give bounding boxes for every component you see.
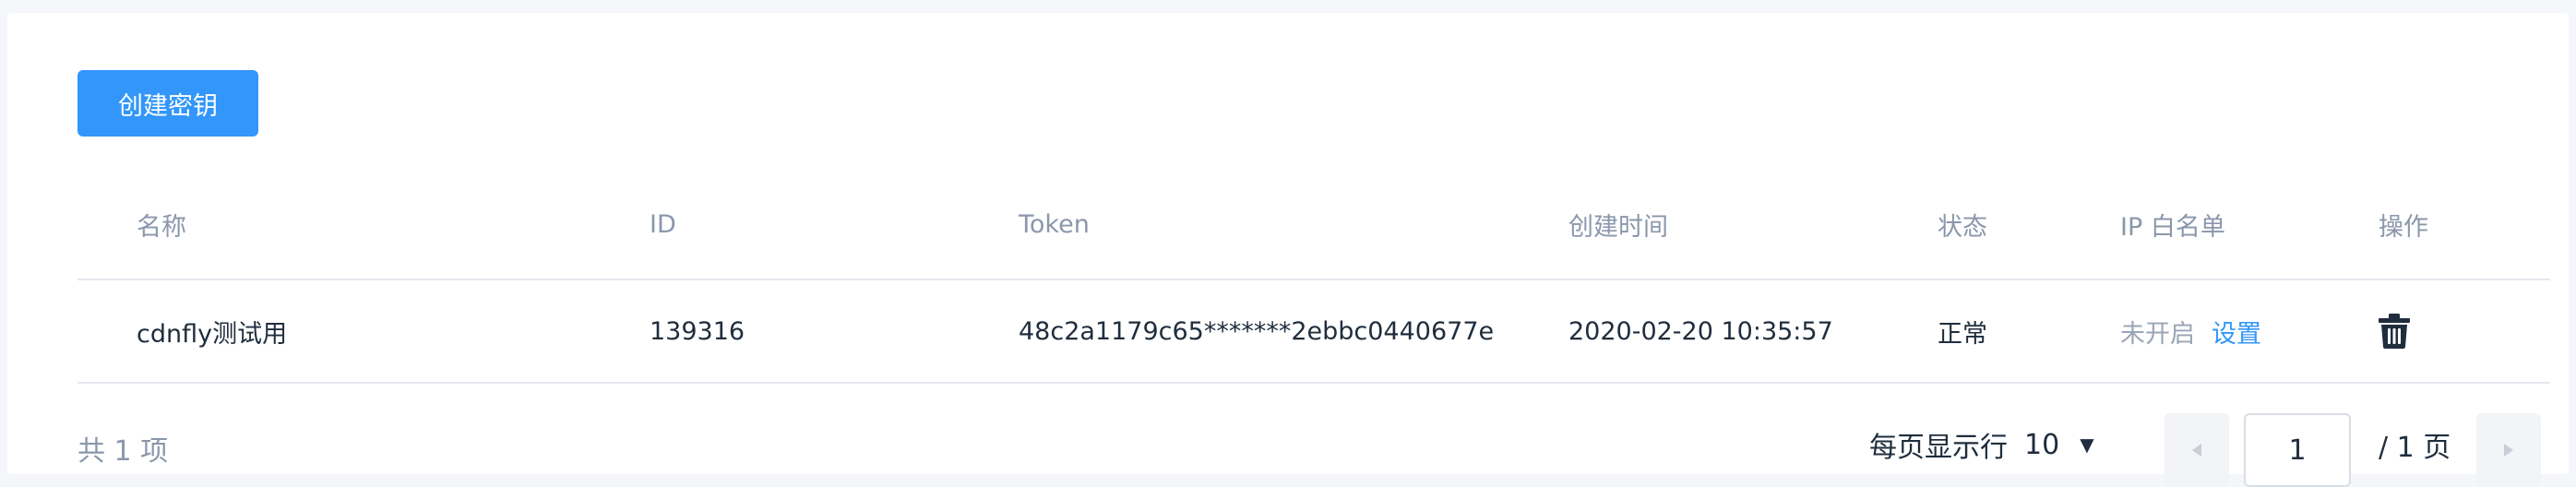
row-token: 48c2a1179c65*******2ebbc0440677e [1019,316,1495,346]
prev-arrow-icon [2192,444,2201,457]
page-size-label: 每页显示行 [1869,432,2008,464]
header-token: Token [1019,209,1090,239]
next-arrow-icon [2504,444,2513,457]
create-key-button[interactable]: 创建密钥 [78,70,258,137]
header-id: ID [650,209,676,239]
keys-table: 名称 ID Token 创建时间 状态 IP 白名单 操作 cdnfly测试用 … [78,181,2550,384]
table-header: 名称 ID Token 创建时间 状态 IP 白名单 操作 [78,181,2550,280]
next-page-button[interactable] [2476,413,2541,487]
header-name: 名称 [137,212,186,242]
total-pages: / 1 页 [2379,432,2451,464]
page-number-input[interactable] [2244,413,2351,487]
ip-whitelist-settings-link[interactable]: 设置 [2212,314,2261,350]
header-status: 状态 [1938,212,1987,242]
row-id: 139316 [650,316,745,346]
trash-icon[interactable] [2379,314,2410,349]
api-keys-panel: 创建密钥 名称 ID Token 创建时间 状态 IP 白名单 操作 cdnfl… [7,13,2569,487]
page-size-value: 10 [2024,428,2060,461]
total-count: 共 1 项 [78,435,169,468]
header-actions: 操作 [2379,212,2428,242]
header-created: 创建时间 [1568,212,1668,242]
page-size-select[interactable]: 每页显示行 10 ▼ [1869,424,2094,465]
row-status: 正常 [1938,319,1987,349]
caret-down-icon: ▼ [2080,434,2094,456]
row-actions [2379,280,2410,382]
row-name: cdnfly测试用 [137,319,288,349]
row-created: 2020-02-20 10:35:57 [1568,316,1833,346]
prev-page-button[interactable] [2165,413,2229,487]
row-ip-whitelist: 未开启 设置 [2120,280,2261,382]
header-ip-whitelist: IP 白名单 [2120,212,2225,242]
ip-whitelist-state: 未开启 [2120,319,2195,349]
table-row: cdnfly测试用 139316 48c2a1179c65*******2ebb… [78,280,2550,384]
